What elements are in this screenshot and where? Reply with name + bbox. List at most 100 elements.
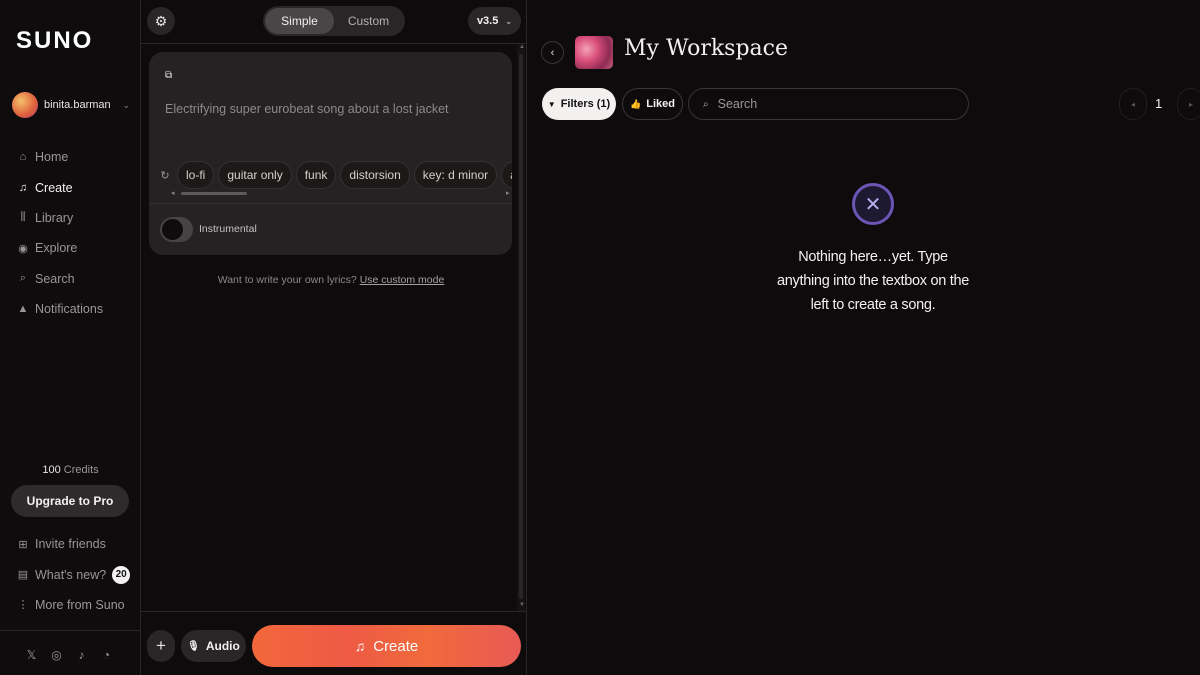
count-badge: 20 [112,565,131,584]
sidebar-bottom-item[interactable]: ⊞ Invite friends [17,529,135,559]
sidebar-item-explore[interactable]: ◉ Explore [17,233,135,263]
instrumental-label: Instrumental [199,223,257,235]
sidebar-item-label: Explore [35,241,78,256]
filters-button[interactable]: ▼ Filters (1) [542,88,616,120]
instrumental-toggle[interactable] [160,217,193,242]
style-tag[interactable]: lo-fi [177,161,215,189]
avatar [12,92,38,118]
sidebar-item-create[interactable]: ♫ Create [17,172,135,202]
sidebar-item-search[interactable]: ⌕ Search [17,264,135,294]
scroll-up-icon[interactable]: ▲ [519,44,525,50]
tags-scrollbar[interactable] [181,192,247,195]
microphone-icon: 🎙 [187,640,200,652]
chevron-right-icon: ▸ [1188,99,1193,109]
liked-label: Liked [646,98,675,110]
sidebar-item-label: Search [35,271,75,286]
liked-button[interactable]: 👍 Liked [622,88,683,120]
sidebar-item-notifications[interactable]: ▲ Notifications [17,294,135,324]
style-tag[interactable]: funk [295,161,337,189]
prev-page-button[interactable]: ◂ [1119,88,1147,120]
scrollbar[interactable] [517,44,525,611]
sidebar-item-home[interactable]: ⌂ Home [17,142,135,172]
custom-mode-link[interactable]: Use custom mode [360,274,445,286]
more-vertical-icon: ⋮ [17,599,29,612]
scroll-right-icon[interactable]: ▸ [506,189,510,197]
discord-icon[interactable]: ◔ [100,648,113,662]
scroll-left-icon[interactable]: ◂ [171,189,175,197]
bell-icon: ▲ [17,303,29,316]
music-note-icon: ♫ [18,181,28,194]
filters-label: Filters (1) [560,98,611,110]
style-tag[interactable]: distorsion [340,161,410,189]
sidebar-item-label: Library [35,210,74,225]
compass-icon: ◉ [18,242,28,255]
sidebar-item-label: What's new? [35,567,107,582]
back-button[interactable]: ‹ [541,41,564,64]
x-twitter-icon[interactable]: 𝕏 [25,648,38,662]
user-menu[interactable]: binita.barman ⌄ [12,91,130,119]
version-label: v3.5 [476,15,499,27]
social-links: 𝕏 ◎ ♪ ◔ [25,648,113,662]
chevron-down-icon: ⌄ [505,16,513,26]
secondary-nav: ⊞ Invite friends ▤ What's new? 20 ⋮ More from … [17,529,135,620]
style-tags-row: ↻ lo-fi guitar only funk distorsion key: d m… [149,160,512,190]
model-version-select[interactable]: v3.5 ⌄ [468,7,521,35]
lyrics-hint: Want to write your own lyrics? Use custo… [217,274,445,286]
page-number: 1 [1155,96,1163,111]
copy-icon[interactable]: ⧉ [165,70,172,81]
suno-logo[interactable]: SUNO [16,27,93,55]
main-nav: ⌂ Home ♫ Create ⫼ Library ◉ Explore ⌕ Search ▲ Noti… [17,142,135,324]
divider [141,611,526,612]
add-button[interactable]: + [147,630,175,662]
sidebar-item-label: Notifications [35,302,104,317]
library-icon: ⫼ [20,211,26,224]
divider [0,630,141,631]
workspace-thumbnail [575,36,613,69]
composer-panel: ⚙ Simple Custom v3.5 ⌄ ⧉ Electrifying sup… [141,0,527,675]
style-tag[interactable]: guitar only [218,161,292,189]
sidebar-item-label: More from Suno [35,597,125,612]
refresh-icon[interactable]: ↻ [153,169,177,182]
upgrade-button[interactable]: Upgrade to Pro [11,485,129,517]
gift-icon: ⊞ [18,538,28,551]
toggle-knob [162,219,183,240]
audio-label: Audio [205,639,240,653]
workspace-title: My Workspace [624,36,788,61]
chevron-left-icon: ‹ [550,46,555,59]
search-input[interactable] [717,97,948,111]
settings-button[interactable]: ⚙ [147,7,175,35]
divider [141,43,526,44]
prompt-input[interactable]: Electrifying super eurobeat song about a… [165,102,449,116]
chevron-down-icon: ⌄ [122,99,130,110]
style-tag[interactable]: key: d minor [413,161,498,189]
next-page-button[interactable]: ▸ [1177,88,1200,120]
sidebar-bottom-item[interactable]: ⋮ More from Suno [17,590,135,620]
sidebar-bottom-item[interactable]: ▤ What's new? 20 [17,559,135,589]
home-icon: ⌂ [19,151,27,164]
sidebar-item-library[interactable]: ⫼ Library [17,203,135,233]
thumbs-up-icon: 👍 [630,98,642,109]
instagram-icon[interactable]: ◎ [50,648,63,662]
sidebar-item-label: Invite friends [35,537,106,552]
search-icon: ⌕ [703,98,709,110]
style-tag[interactable]: alternativ [501,161,512,189]
sidebar: SUNO binita.barman ⌄ ⌂ Home ♫ Create ⫼ Librar… [0,0,141,675]
credits-count: 100 Credits [42,464,99,476]
create-button[interactable]: ♫ Create [252,625,521,667]
gear-icon: ⚙ [154,12,168,29]
mode-toggle: Simple Custom [263,6,405,36]
prompt-card: ⧉ Electrifying super eurobeat song about… [149,52,512,255]
scroll-down-icon[interactable]: ▼ [519,602,525,608]
document-icon: ▤ [17,569,29,582]
style-tags: lo-fi guitar only funk distorsion key: d min… [177,161,512,189]
mode-custom[interactable]: Custom [334,8,403,34]
workspace-search: ⌕ [688,88,969,120]
scrollbar-thumb[interactable] [519,54,523,599]
tiktok-icon[interactable]: ♪ [75,648,88,662]
music-note-icon: ♫ [354,638,366,654]
mode-simple[interactable]: Simple [265,8,334,34]
create-label: Create [373,637,419,655]
audio-button[interactable]: 🎙 Audio [181,630,246,662]
empty-state-x-icon: ✕ [852,183,894,225]
divider [149,203,512,204]
